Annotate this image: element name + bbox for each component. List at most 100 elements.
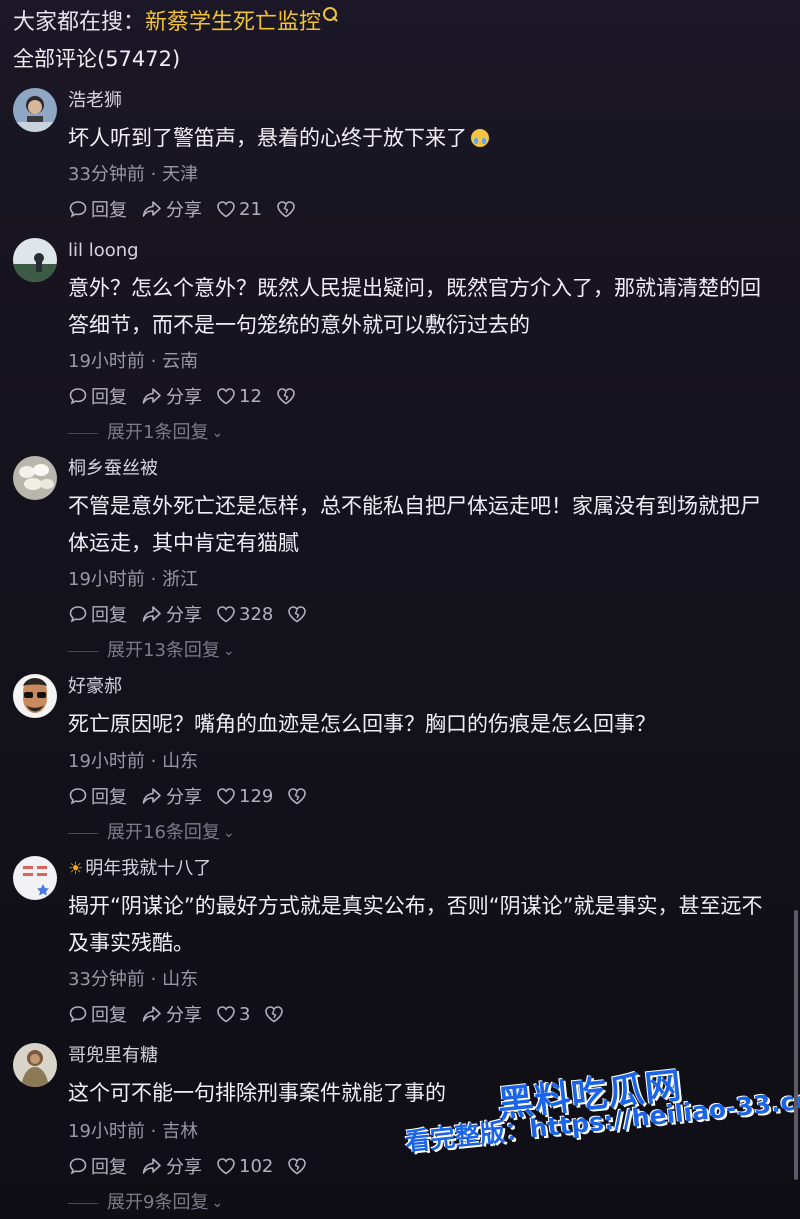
reply-button[interactable]: 回复 — [68, 783, 127, 809]
dislike-button[interactable] — [287, 1157, 310, 1175]
comment-author[interactable]: lil loong — [68, 238, 139, 264]
comment-meta: 33分钟前 · 天津 — [68, 164, 199, 185]
comment-author[interactable]: 浩老狮 — [68, 88, 122, 114]
scrollbar[interactable] — [794, 910, 798, 1180]
comment-author[interactable]: 桐乡蚕丝被 — [68, 456, 158, 482]
avatar[interactable] — [13, 856, 57, 900]
like-button[interactable]: 328 — [216, 604, 273, 625]
like-button[interactable]: 129 — [216, 786, 273, 807]
like-button[interactable]: 102 — [216, 1156, 273, 1177]
reply-label: 回复 — [91, 787, 127, 808]
reply-button[interactable]: 回复 — [68, 1153, 127, 1179]
expand-label: 展开1条回复 — [107, 422, 209, 443]
reply-icon — [69, 388, 87, 405]
reply-label: 回复 — [91, 200, 127, 221]
comment-author-label: 明年我就十八了 — [85, 858, 212, 879]
sun-emoji-icon: ☀ — [68, 859, 84, 879]
like-count: 3 — [239, 1003, 251, 1025]
heart-icon — [217, 788, 235, 805]
reply-label: 回复 — [91, 387, 127, 408]
avatar[interactable] — [13, 88, 57, 132]
comment-meta: 19小时前 · 浙江 — [68, 569, 199, 590]
dislike-button[interactable] — [276, 387, 299, 405]
share-button[interactable]: 分享 — [141, 383, 202, 409]
reply-label: 回复 — [91, 1005, 127, 1026]
avatar[interactable] — [13, 456, 57, 500]
reply-button[interactable]: 回复 — [68, 1001, 127, 1027]
expand-replies-button[interactable]: 展开1条回复 ⌄ — [68, 420, 223, 446]
share-label: 分享 — [166, 200, 202, 221]
comment-author[interactable]: 好豪郝 — [68, 674, 122, 700]
share-icon — [142, 201, 161, 217]
search-icon — [323, 7, 338, 21]
avatar[interactable] — [13, 674, 57, 718]
dislike-button[interactable] — [276, 200, 299, 218]
heart-icon — [217, 1006, 235, 1023]
like-count: 328 — [239, 603, 274, 625]
reply-icon — [69, 1006, 87, 1023]
comment-actions: 回复 分享 129 — [68, 783, 324, 809]
divider — [68, 832, 98, 834]
comment-text: 不管是意外死亡还是怎样，总不能私自把尸体运走吧！家属没有到场就把尸体运走，其中肯… — [68, 494, 761, 555]
share-label: 分享 — [166, 787, 202, 808]
reply-icon — [69, 606, 87, 623]
broken-heart-icon — [277, 201, 295, 218]
expand-label: 展开9条回复 — [107, 1192, 209, 1213]
comment-actions: 回复 分享 12 — [68, 383, 313, 409]
reply-label: 回复 — [91, 605, 127, 626]
divider — [68, 432, 98, 434]
share-label: 分享 — [166, 1005, 202, 1026]
heart-icon — [217, 388, 235, 405]
expand-replies-button[interactable]: 展开13条回复 ⌄ — [68, 638, 235, 664]
comment-author[interactable]: ☀ 明年我就十八了 — [68, 856, 211, 882]
like-count: 12 — [239, 385, 262, 407]
like-count: 129 — [239, 785, 274, 807]
reply-button[interactable]: 回复 — [68, 383, 127, 409]
broken-heart-icon — [288, 1158, 307, 1175]
divider — [68, 650, 98, 652]
comment-text: 坏人听到了警笛声，悬着的心终于放下来了 — [68, 120, 780, 157]
avatar[interactable] — [13, 1043, 57, 1087]
share-icon — [142, 1158, 161, 1174]
share-icon — [142, 1006, 161, 1022]
dislike-button[interactable] — [287, 787, 310, 805]
comment-author[interactable]: 哥兜里有糖 — [68, 1043, 158, 1069]
expand-replies-button[interactable]: 展开16条回复 ⌄ — [68, 820, 235, 846]
share-icon — [142, 788, 161, 804]
share-button[interactable]: 分享 — [141, 1153, 202, 1179]
share-button[interactable]: 分享 — [141, 783, 202, 809]
search-suggestion[interactable]: 大家都在搜：新蔡学生死亡监控 — [13, 7, 338, 39]
reply-icon — [69, 788, 87, 805]
heart-icon — [217, 201, 235, 218]
reply-button[interactable]: 回复 — [68, 196, 127, 222]
dislike-button[interactable] — [287, 605, 310, 623]
expand-replies-button[interactable]: 展开9条回复 ⌄ — [68, 1190, 223, 1216]
search-keyword[interactable]: 新蔡学生死亡监控 — [145, 10, 321, 35]
heart-icon — [217, 606, 235, 623]
share-button[interactable]: 分享 — [141, 1001, 202, 1027]
comment-actions: 回复 分享 3 — [68, 1001, 301, 1027]
comment-meta: 33分钟前 · 山东 — [68, 969, 199, 990]
share-button[interactable]: 分享 — [141, 601, 202, 627]
comment-text: 揭开“阴谋论”的最好方式就是真实公布，否则“阴谋论”就是事实，甚至远不及事实残酷… — [68, 894, 763, 955]
share-button[interactable]: 分享 — [141, 196, 202, 222]
comment-meta: 19小时前 · 云南 — [68, 351, 199, 372]
comment-text: 死亡原因呢？嘴角的血迹是怎么回事？胸口的伤痕是怎么回事？ — [68, 712, 656, 736]
comment-text: 意外？怎么个意外？既然人民提出疑问，既然官方介入了，那就请清楚的回答细节，而不是… — [68, 276, 761, 337]
comment-count-title: 全部评论(57472) — [13, 47, 181, 71]
divider — [68, 1202, 98, 1204]
share-label: 分享 — [166, 387, 202, 408]
like-button[interactable]: 12 — [216, 386, 262, 407]
avatar[interactable] — [13, 238, 57, 282]
chevron-down-icon: ⌄ — [211, 425, 224, 441]
reply-icon — [69, 1158, 87, 1175]
chevron-down-icon: ⌄ — [211, 1195, 224, 1211]
reply-label: 回复 — [91, 1157, 127, 1178]
like-count: 21 — [239, 198, 262, 220]
reply-button[interactable]: 回复 — [68, 601, 127, 627]
comment-actions: 回复 分享 328 — [68, 601, 324, 627]
dislike-button[interactable] — [264, 1005, 287, 1023]
expand-label: 展开16条回复 — [107, 822, 220, 843]
like-button[interactable]: 3 — [216, 1004, 250, 1025]
like-button[interactable]: 21 — [216, 199, 262, 220]
